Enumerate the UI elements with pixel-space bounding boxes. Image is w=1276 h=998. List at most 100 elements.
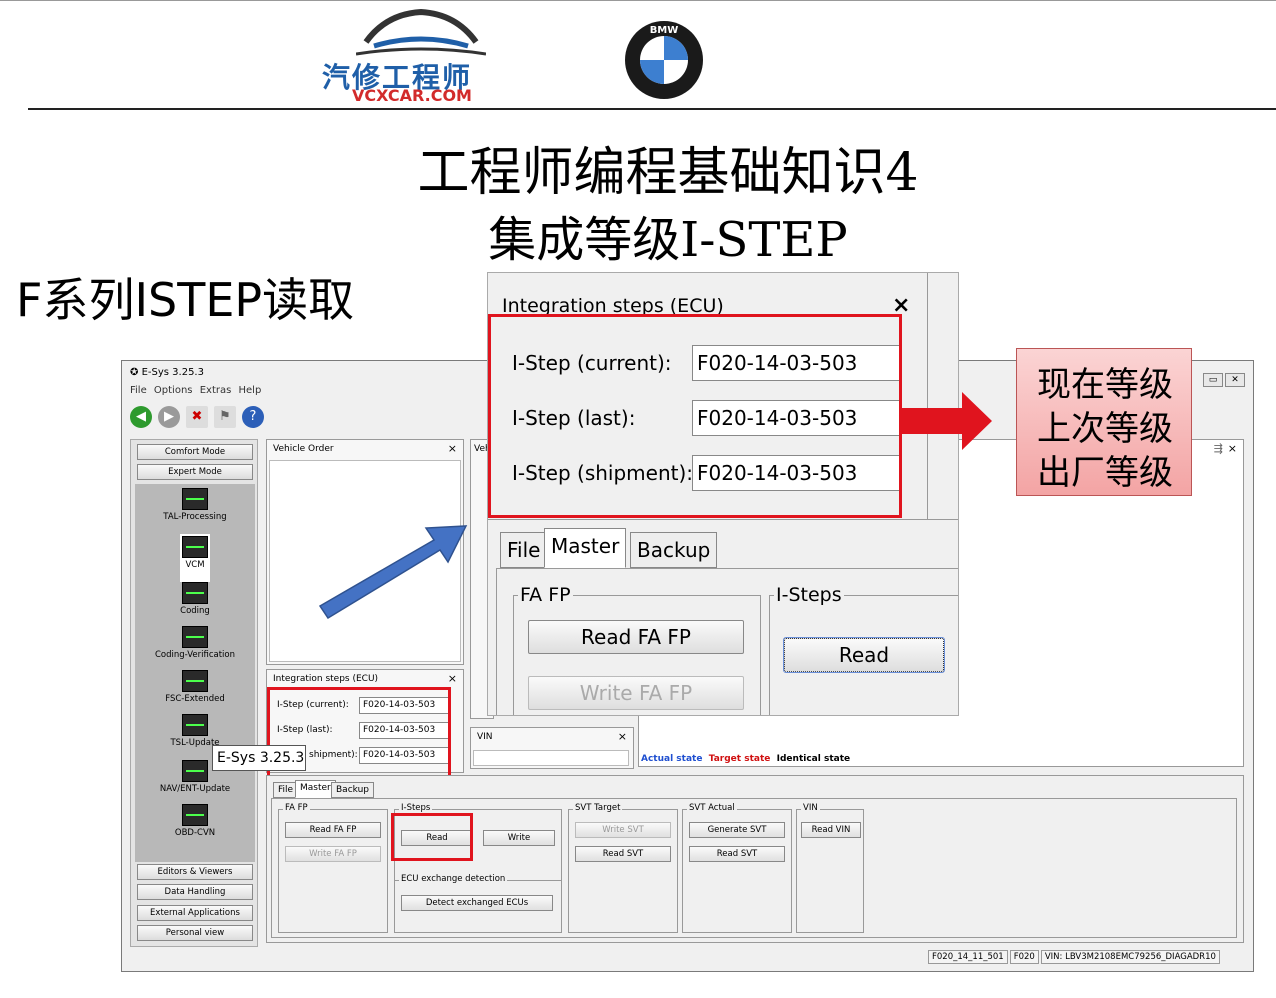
status-vin: VIN: LBV3M2108EMC79256_DIAGADR10 xyxy=(1040,950,1220,964)
mode-tsl-update[interactable]: TSL-Update xyxy=(135,714,255,748)
zoom-read-isteps-button[interactable]: Read xyxy=(783,637,945,673)
highlight-box-zoom xyxy=(488,314,902,518)
zoom-group-i-steps-label: I-Steps xyxy=(774,584,844,606)
group-ecu-exchange-label: ECU exchange detection xyxy=(399,874,508,884)
zoom-tab-master[interactable]: Master xyxy=(544,528,627,568)
mode-tal-processing[interactable]: TAL-Processing xyxy=(135,488,255,522)
group-fa-fp: FA FP Read FA FP Write FA FP xyxy=(278,803,388,933)
legend-actual: Actual state xyxy=(641,754,703,764)
monitor-icon xyxy=(182,804,208,826)
read-fa-fp-button[interactable]: Read FA FP xyxy=(285,822,381,838)
data-handling-button[interactable]: Data Handling xyxy=(137,884,253,900)
mode-coding[interactable]: Coding xyxy=(135,582,255,616)
tooltip: E-Sys 3.25.3 xyxy=(212,745,306,771)
write-fa-fp-button[interactable]: Write FA FP xyxy=(285,846,381,862)
mode-label: NAV/ENT-Update xyxy=(159,784,231,794)
group-svt-target-label: SVT Target xyxy=(573,803,623,813)
menu-extras[interactable]: Extras xyxy=(200,385,232,396)
menu-help[interactable]: Help xyxy=(239,385,262,396)
bmw-logo-letters: BMW xyxy=(650,25,679,36)
disconnect-icon[interactable]: ▶ xyxy=(158,406,180,428)
mode-label: VCM xyxy=(185,560,205,570)
detect-exchanged-ecus-button[interactable]: Detect exchanged ECUs xyxy=(401,895,553,911)
close-icon[interactable]: ✕ xyxy=(1225,373,1245,387)
state-legend: Actual state Target state Identical stat… xyxy=(641,754,850,764)
status-bar: F020_14_11_501 F020 VIN: LBV3M2108EMC79256… xyxy=(928,950,1222,964)
write-svt-button[interactable]: Write SVT xyxy=(575,822,671,838)
menu-options[interactable]: Options xyxy=(154,385,193,396)
vin-panel: VIN × xyxy=(470,727,634,769)
vin-field[interactable] xyxy=(473,750,629,766)
app-icon: ✪ xyxy=(130,367,139,378)
mode-coding-verification[interactable]: Coding-Verification xyxy=(135,626,255,660)
external-applications-button[interactable]: External Applications xyxy=(137,905,253,921)
personal-view-button[interactable]: Personal view xyxy=(137,925,253,941)
vehicle-order-title: Vehicle Order xyxy=(273,444,334,454)
toolbar: ◀ ▶ ✖ ⚑? xyxy=(130,405,270,433)
comfort-mode-button[interactable]: Comfort Mode xyxy=(137,444,253,460)
integration-steps-title: Integration steps (ECU) xyxy=(273,674,379,684)
monitor-icon xyxy=(182,582,208,604)
read-vin-button[interactable]: Read VIN xyxy=(801,822,861,838)
callout-current: 现在等级 xyxy=(1037,365,1173,405)
generate-svt-button[interactable]: Generate SVT xyxy=(689,822,785,838)
maximize-icon[interactable]: ▭ xyxy=(1203,373,1223,387)
close-icon[interactable]: × xyxy=(618,730,627,743)
expert-mode-button[interactable]: Expert Mode xyxy=(137,464,253,480)
callout-shipment: 出厂等级 xyxy=(1037,453,1173,493)
connect-icon[interactable]: ◀ xyxy=(130,406,152,428)
tab-master[interactable]: Master xyxy=(295,780,336,798)
group-vin-label: VIN xyxy=(801,803,820,813)
brand-url: VCXCAR.COM xyxy=(352,86,472,105)
group-svt-actual-label: SVT Actual xyxy=(687,803,737,813)
read-svt-actual-button[interactable]: Read SVT xyxy=(689,846,785,862)
menu-file[interactable]: File xyxy=(130,385,147,396)
mode-label: TAL-Processing xyxy=(163,512,227,522)
mode-label: Coding-Verification xyxy=(154,650,235,660)
tab-backup[interactable]: Backup xyxy=(331,782,374,798)
group-fa-fp-label: FA FP xyxy=(283,803,310,813)
top-border xyxy=(0,0,1276,1)
zoom-read-fa-fp-button[interactable]: Read FA FP xyxy=(528,620,744,654)
zoom-group-i-steps: I-Steps Read xyxy=(769,584,958,715)
cleanup-icon[interactable]: ⚑ xyxy=(214,406,236,428)
window-title-text: E-Sys 3.25.3 xyxy=(141,367,204,378)
header-divider xyxy=(28,108,1276,110)
zoom-group-fa-fp-label: FA FP xyxy=(518,584,573,606)
mode-obd-cvn[interactable]: OBD-CVN xyxy=(135,804,255,838)
write-isteps-button[interactable]: Write xyxy=(483,830,555,846)
plug-icon[interactable]: ✖ xyxy=(186,406,208,428)
zoom-tab-backup[interactable]: Backup xyxy=(630,532,718,568)
close-icon[interactable]: × xyxy=(448,672,457,685)
close-icon[interactable]: × xyxy=(448,442,457,455)
zoom-tab-file[interactable]: File xyxy=(500,532,548,568)
zoom-group-fa-fp: FA FP Read FA FP Write FA FP xyxy=(513,584,761,715)
close-icon[interactable]: × xyxy=(1228,442,1237,455)
read-svt-target-button[interactable]: Read SVT xyxy=(575,846,671,862)
status-istep: F020_14_11_501 xyxy=(928,950,1008,964)
section-title: F系列ISTEP读取 xyxy=(16,273,355,327)
mode-fsc-extended[interactable]: FSC-Extended xyxy=(135,670,255,704)
page-title: 工程师编程基础知识4 xyxy=(417,143,919,203)
monitor-icon xyxy=(182,626,208,648)
legend-target: Target state xyxy=(708,754,771,764)
zoom-write-fa-fp-button[interactable]: Write FA FP xyxy=(528,676,744,710)
group-svt-actual: SVT Actual Generate SVT Read SVT xyxy=(682,803,792,933)
pin-icon[interactable]: ⇶ xyxy=(1214,442,1223,455)
menu-bar: File Options Extras Help xyxy=(130,385,261,396)
monitor-icon xyxy=(182,714,208,736)
legend-identical: Identical state xyxy=(776,754,851,764)
mode-label: OBD-CVN xyxy=(174,828,216,838)
group-i-steps-label: I-Steps xyxy=(399,803,433,813)
help-icon[interactable]: ? xyxy=(242,406,264,428)
red-arrow-icon xyxy=(900,392,992,450)
zoom-tab-panel: File Master Backup FA FP Read FA FP Writ… xyxy=(488,519,958,715)
status-series: F020 xyxy=(1009,950,1039,964)
zoom-master-content: FA FP Read FA FP Write FA FP I-Steps Rea… xyxy=(496,568,958,715)
istep-callout: 现在等级 上次等级 出厂等级 xyxy=(1016,348,1192,496)
mode-label: FSC-Extended xyxy=(165,694,225,704)
monitor-icon xyxy=(182,760,208,782)
mode-vcm[interactable]: VCM xyxy=(180,534,210,582)
monitor-icon xyxy=(182,536,208,558)
editors-viewers-button[interactable]: Editors & Viewers xyxy=(137,864,253,880)
